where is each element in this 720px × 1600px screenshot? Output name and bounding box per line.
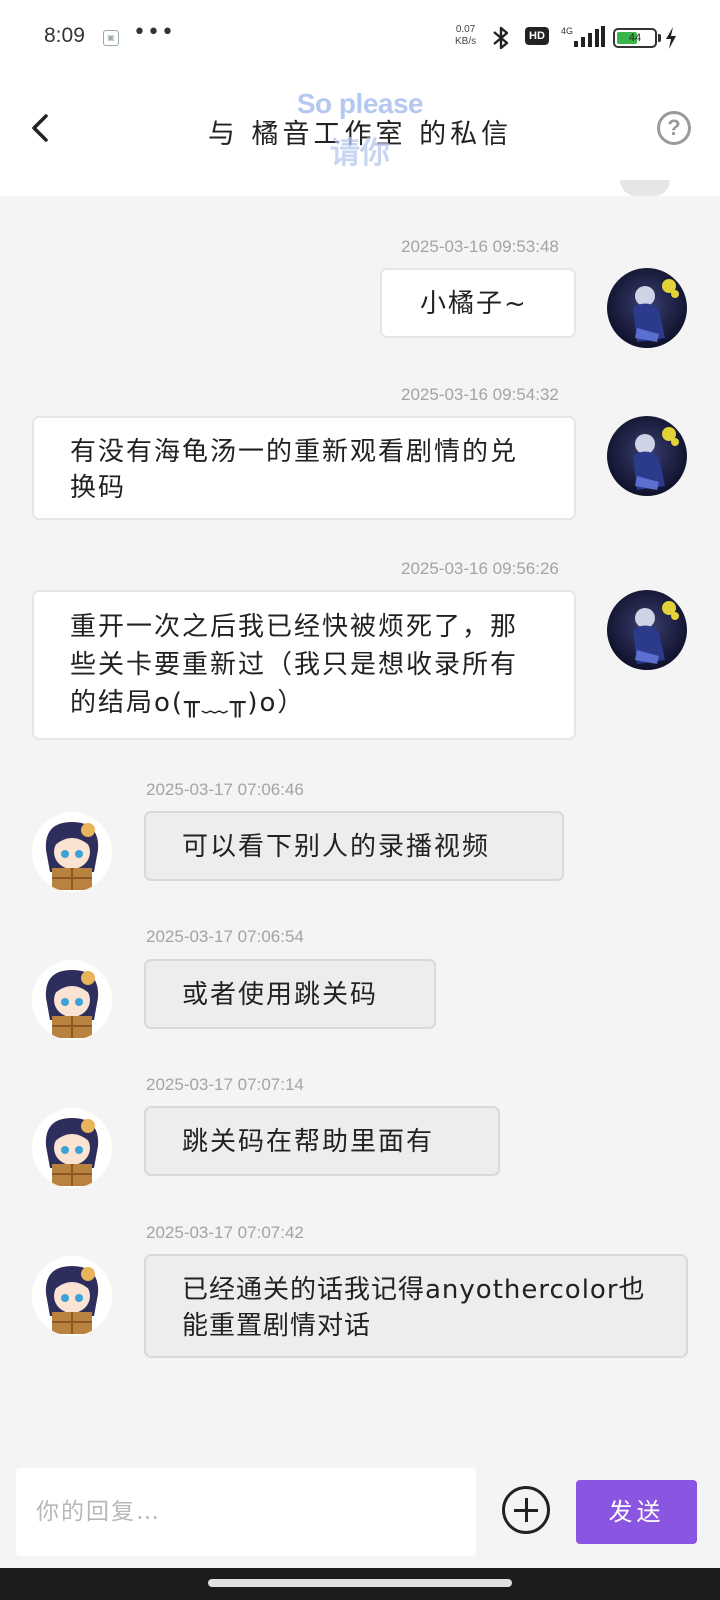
send-button[interactable]: 发送	[576, 1480, 697, 1544]
message-timestamp: 2025-03-16 09:56:26	[401, 559, 559, 578]
reply-bar: 发送	[0, 1458, 720, 1568]
message-timestamp: 2025-03-17 07:07:42	[146, 1223, 304, 1242]
message-timestamp: 2025-03-16 09:54:32	[401, 385, 559, 404]
signal-icon	[574, 26, 605, 47]
network-speed: 0.07 KB/s	[455, 24, 476, 48]
user-avatar[interactable]	[607, 590, 687, 670]
user-avatar[interactable]	[607, 268, 687, 348]
user-avatar[interactable]	[607, 416, 687, 496]
message-bubble-received[interactable]: 可以看下别人的录播视频	[144, 811, 564, 881]
charging-icon	[666, 27, 676, 49]
battery-level: 44	[628, 32, 642, 44]
message-bubble-sent[interactable]: 小橘子~	[380, 268, 576, 338]
add-attachment-icon[interactable]	[502, 1486, 550, 1534]
battery-cap	[658, 34, 661, 42]
message-bubble-received[interactable]: 已经通关的话我记得anyothercolor也能重置剧情对话	[144, 1254, 688, 1358]
home-gesture-handle[interactable]	[208, 1579, 512, 1587]
network-speed-value: 0.07	[455, 24, 476, 35]
message-bubble-received[interactable]: 或者使用跳关码	[144, 959, 436, 1029]
battery-icon: 44	[613, 28, 657, 48]
help-icon[interactable]: ?	[657, 111, 691, 145]
notification-icon: ▣	[103, 30, 119, 46]
message-bubble-received[interactable]: 跳关码在帮助里面有	[144, 1106, 500, 1176]
chat-header: So please 与 橘音工作室 的私信 请你 ?	[0, 76, 720, 196]
watermark-overlay-text: 请你	[330, 136, 390, 171]
hd-voice-icon: HD	[525, 27, 549, 45]
message-bubble-sent[interactable]: 有没有海龟汤一的重新观看剧情的兑换码	[32, 416, 576, 520]
network-speed-unit: KB/s	[455, 36, 477, 47]
studio-avatar[interactable]	[32, 1256, 112, 1336]
studio-avatar[interactable]	[32, 812, 112, 892]
status-time: 8:09	[44, 24, 85, 47]
message-timestamp: 2025-03-16 09:53:48	[401, 237, 559, 256]
message-timestamp: 2025-03-17 07:07:14	[146, 1075, 304, 1094]
studio-avatar[interactable]	[32, 1108, 112, 1188]
message-timestamp: 2025-03-17 07:06:46	[146, 780, 304, 799]
status-bar: 8:09 ▣ ••• 0.07 KB/s HD 4G 44	[0, 0, 720, 76]
message-bubble-sent[interactable]: 重开一次之后我已经快被烦死了，那些关卡要重新过（我只是想收录所有的结局o(╥﹏╥…	[32, 590, 576, 740]
system-nav-bar	[0, 1568, 720, 1600]
reply-input[interactable]	[16, 1468, 476, 1556]
message-timestamp: 2025-03-17 07:06:54	[146, 927, 304, 946]
bluetooth-icon	[493, 26, 509, 50]
studio-avatar[interactable]	[32, 960, 112, 1040]
more-notifications-icon: •••	[133, 20, 175, 45]
